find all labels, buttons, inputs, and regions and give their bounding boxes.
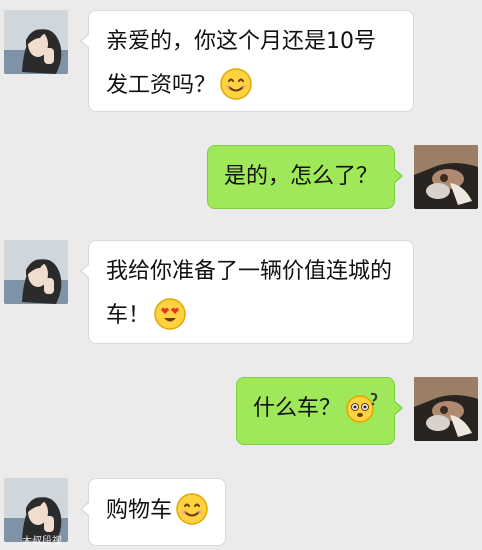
watermark-text: 大叔段视 <box>22 536 62 547</box>
message-bubble-incoming: 亲爱的，你这个月还是10号发工资吗？ <box>80 10 414 112</box>
confused-emoji-icon <box>345 391 378 423</box>
message-bubble-incoming: 我给你准备了一辆价值连城的车！ <box>80 240 414 344</box>
message-bubble-incoming: 购物车 <box>80 478 226 546</box>
smile-emoji-icon <box>220 68 252 100</box>
message-bubble-outgoing: 是的，怎么了？ <box>207 145 403 209</box>
message-text: 我给你准备了一辆价值连城的车！ <box>106 259 393 328</box>
message-bubble-outgoing: 什么车？ <box>236 377 403 445</box>
heart-eyes-emoji-icon <box>154 298 186 330</box>
smile-emoji-icon <box>176 493 208 525</box>
contact-avatar[interactable] <box>4 10 68 74</box>
contact-avatar[interactable] <box>4 240 68 304</box>
message-text: 购物车 <box>106 498 173 523</box>
message-text: 是的，怎么了？ <box>224 164 379 189</box>
message-text: 什么车？ <box>253 396 342 421</box>
user-avatar[interactable] <box>414 145 478 209</box>
user-avatar[interactable] <box>414 377 478 441</box>
